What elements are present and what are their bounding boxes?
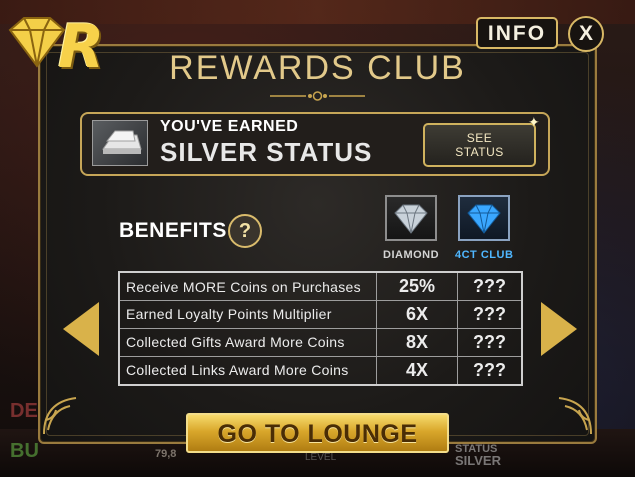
diamond-value: 25%	[376, 271, 458, 301]
tier-label-4ct-club: 4CT CLUB	[455, 249, 514, 261]
next-arrow-button[interactable]	[541, 302, 577, 356]
table-row: Collected Links Award More Coins 4X ???	[118, 355, 523, 386]
benefits-table: Receive MORE Coins on Purchases 25% ??? …	[118, 271, 523, 386]
benefit-label: Collected Gifts Award More Coins	[118, 327, 377, 357]
background-button-de: DE	[10, 400, 38, 422]
benefit-label: Receive MORE Coins on Purchases	[118, 271, 377, 301]
title-ornament-icon	[270, 91, 365, 101]
club-value: ???	[457, 271, 523, 301]
background-coins: 79,8	[155, 448, 177, 460]
help-button[interactable]: ?	[228, 214, 262, 248]
diamond-gem-icon	[385, 195, 437, 241]
table-row: Earned Loyalty Points Multiplier 6X ???	[118, 300, 523, 329]
see-status-button[interactable]: SEE STATUS	[423, 123, 536, 167]
diamond-value: 6X	[376, 300, 458, 329]
close-button[interactable]: X	[568, 16, 604, 52]
corner-ornament-icon	[558, 397, 592, 435]
benefits-heading: BENEFITS	[119, 219, 227, 242]
previous-arrow-button[interactable]	[63, 302, 99, 356]
diamond-value: 4X	[376, 355, 458, 386]
benefit-label: Collected Links Award More Coins	[118, 355, 377, 386]
status-name: SILVER STATUS	[160, 137, 373, 167]
page-title: REWARDS CLUB	[169, 49, 466, 87]
table-row: Receive MORE Coins on Purchases 25% ???	[118, 271, 523, 301]
earned-label: YOU'VE EARNED	[160, 118, 299, 135]
background-button-bu: BU	[10, 440, 39, 462]
go-to-lounge-button[interactable]: GO TO LOUNGE	[186, 413, 449, 453]
table-row: Collected Gifts Award More Coins 8X ???	[118, 327, 523, 357]
background-level: LEVEL	[305, 452, 337, 463]
diamond-value: 8X	[376, 327, 458, 357]
see-status-label: SEE STATUS	[455, 131, 504, 159]
info-button[interactable]: INFO	[476, 17, 558, 49]
background-status: STATUS SILVER	[455, 443, 501, 468]
club-value: ???	[457, 355, 523, 386]
tier-label-diamond: DIAMOND	[383, 249, 440, 261]
blue-diamond-gem-icon	[458, 195, 510, 241]
club-value: ???	[457, 327, 523, 357]
corner-ornament-icon	[43, 397, 77, 435]
benefit-label: Earned Loyalty Points Multiplier	[118, 300, 377, 329]
silver-bar-icon	[92, 120, 148, 166]
club-value: ???	[457, 300, 523, 329]
sparkle-icon: ✦	[528, 114, 540, 130]
